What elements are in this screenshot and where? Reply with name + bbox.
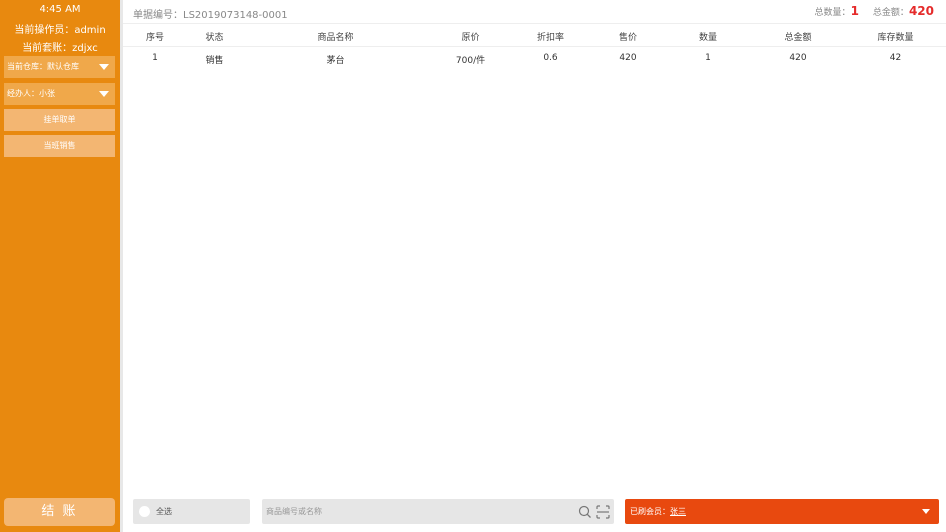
- table-row[interactable]: 1 销售 茅台 700/件 0.6 420 1 420 42: [123, 48, 946, 70]
- member-select[interactable]: 已刷会员：张三: [625, 499, 939, 524]
- column-header: 库存数量: [877, 33, 914, 43]
- order-header: 单据编号：LS2019073148-0001 总数量：1 总金额：420: [123, 0, 946, 24]
- column-header: 售价: [618, 33, 637, 43]
- checkout-button[interactable]: 结 账: [4, 498, 115, 526]
- column-header: 折扣率: [536, 33, 564, 43]
- total-amount-label: 总金额：: [872, 8, 909, 18]
- total-qty-label: 总数量：: [814, 8, 851, 18]
- column-header: 状态: [205, 33, 224, 43]
- table-cell: 420: [789, 53, 807, 63]
- table-cell: 销售: [205, 56, 224, 66]
- member-name[interactable]: 张三: [670, 507, 686, 516]
- pos-app: 4:45 AM 当前操作员：admin 当前套账：zdjxc 当前仓库：默认仓库…: [0, 0, 946, 532]
- select-all-checkbox[interactable]: 全选: [133, 499, 250, 524]
- table-cell: 700/件: [455, 56, 486, 66]
- order-totals: 总数量：1 总金额：420: [815, 4, 934, 18]
- table-cell: 茅台: [326, 56, 345, 66]
- table-cell: 1: [705, 53, 711, 63]
- member-prefix: 已刷会员：: [630, 507, 670, 516]
- warehouse-select[interactable]: 当前仓库：默认仓库: [4, 56, 115, 78]
- order-number: 单据编号：LS2019073148-0001: [133, 10, 288, 21]
- column-header: 商品名称: [317, 33, 354, 43]
- current-operator: 当前操作员：admin: [14, 25, 106, 36]
- chevron-down-icon: [99, 91, 109, 97]
- shift-sales-button[interactable]: 当班销售: [4, 135, 115, 157]
- chevron-down-icon: [99, 64, 109, 70]
- table-cell: 420: [619, 53, 637, 63]
- column-header: 数量: [698, 33, 717, 43]
- column-header: 序号: [145, 33, 164, 43]
- search-input[interactable]: [262, 499, 562, 524]
- main-panel: 单据编号：LS2019073148-0001 总数量：1 总金额：420 序号 状…: [123, 0, 946, 532]
- hold-order-button[interactable]: 挂单取单: [4, 109, 115, 131]
- select-all-label: 全选: [156, 507, 172, 516]
- table-header: 序号 状态 商品名称 原价 折扣率 售价 数量 总金额 库存数量: [123, 25, 946, 47]
- search-icon[interactable]: [578, 504, 592, 523]
- scan-icon[interactable]: [596, 504, 610, 523]
- member-label: 已刷会员：张三: [630, 506, 686, 517]
- sidebar: 4:45 AM 当前操作员：admin 当前套账：zdjxc 当前仓库：默认仓库…: [0, 0, 120, 532]
- radio-circle-icon: [139, 506, 150, 517]
- table-cell: 42: [889, 53, 902, 63]
- total-qty: 1: [850, 4, 859, 18]
- warehouse-select-label: 当前仓库：默认仓库: [7, 62, 79, 71]
- current-account: 当前套账：zdjxc: [22, 43, 98, 54]
- handler-select[interactable]: 经办人：小张: [4, 83, 115, 105]
- column-header: 原价: [461, 33, 480, 43]
- total-amount: 420: [908, 4, 934, 18]
- handler-select-label: 经办人：小张: [7, 89, 55, 98]
- clock: 4:45 AM: [39, 4, 81, 15]
- column-header: 总金额: [784, 33, 812, 43]
- table-cell: 0.6: [543, 53, 558, 63]
- product-search: [262, 499, 614, 524]
- chevron-down-icon: [922, 509, 930, 514]
- table-cell: 1: [152, 53, 158, 63]
